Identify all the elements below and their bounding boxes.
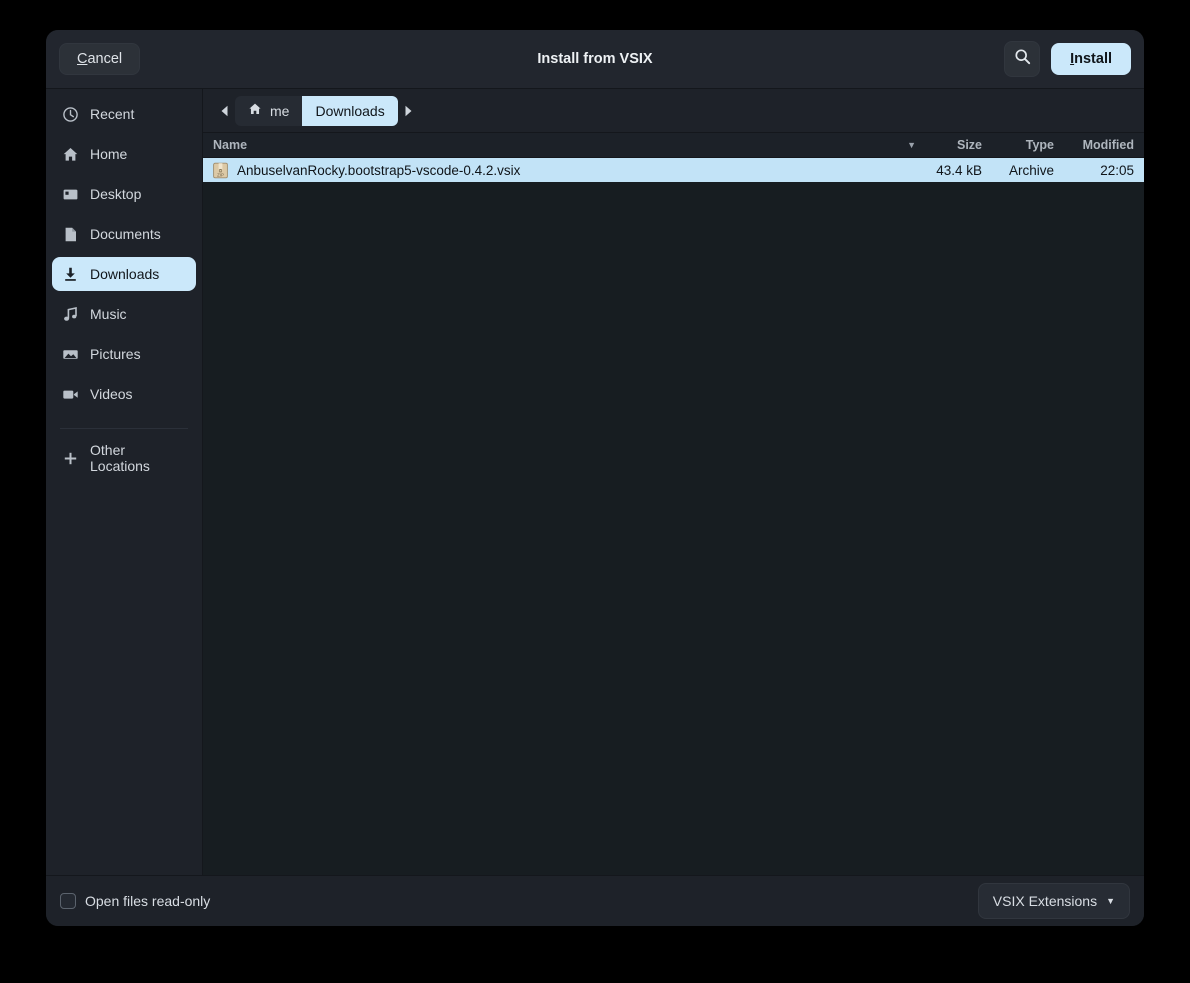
plus-icon (62, 450, 79, 467)
file-name-label: AnbuselvanRocky.bootstrap5-vscode-0.4.2.… (237, 162, 521, 178)
file-browser-pane: me Downloads Name ▼ Size Type Modified Z… (203, 89, 1144, 875)
breadcrumb-item-downloads[interactable]: Downloads (302, 95, 398, 126)
checkbox-box[interactable] (60, 893, 76, 909)
sidebar-item-documents[interactable]: Documents (52, 217, 196, 251)
page-title: Install from VSIX (537, 51, 653, 67)
file-type-filter-label: VSIX Extensions (992, 893, 1098, 909)
monitor-icon (62, 186, 79, 203)
download-icon (62, 266, 79, 283)
dialog-footer: Open files read-only VSIX Extensions ▼ (46, 875, 1144, 926)
file-chooser-dialog: Cancel Install from VSIX Install Recent … (46, 30, 1144, 926)
sidebar-item-label: Music (90, 306, 127, 322)
triangle-right-icon[interactable] (398, 97, 420, 125)
sidebar-separator (60, 428, 188, 429)
column-header-size[interactable]: Size (926, 133, 992, 157)
sidebar-item-pictures[interactable]: Pictures (52, 337, 196, 371)
home-icon (62, 146, 79, 163)
sidebar-item-label: Downloads (90, 266, 160, 282)
file-type-filter-button[interactable]: VSIX Extensions ▼ (977, 883, 1130, 919)
cancel-label: ancel (87, 50, 123, 67)
header-actions: Install (1004, 41, 1131, 77)
breadcrumb: me Downloads (203, 89, 1144, 133)
sort-descending-icon: ▼ (907, 140, 916, 150)
triangle-left-icon[interactable] (213, 97, 235, 125)
cancel-button[interactable]: Cancel (59, 42, 141, 76)
sidebar-item-music[interactable]: Music (52, 297, 196, 331)
column-header-name[interactable]: Name ▼ (203, 133, 926, 157)
sidebar-item-desktop[interactable]: Desktop (52, 177, 196, 211)
sidebar-item-recent[interactable]: Recent (52, 97, 196, 131)
file-name-cell: ZIP AnbuselvanRocky.bootstrap5-vscode-0.… (203, 162, 926, 179)
picture-icon (62, 346, 79, 363)
sidebar-item-label: Other Locations (90, 442, 150, 474)
file-size-cell: 43.4 kB (936, 162, 982, 178)
sidebar-item-label: Videos (90, 386, 133, 402)
sidebar-item-downloads[interactable]: Downloads (52, 257, 196, 291)
column-header-type[interactable]: Type (992, 133, 1064, 157)
install-button[interactable]: Install (1051, 42, 1131, 76)
sidebar-item-home[interactable]: Home (52, 137, 196, 171)
breadcrumb-item-label: me (270, 102, 290, 119)
column-header-modified[interactable]: Modified (1064, 133, 1144, 157)
clock-icon (62, 106, 79, 123)
file-list-header: Name ▼ Size Type Modified (203, 133, 1144, 158)
open-read-only-checkbox[interactable]: Open files read-only (60, 893, 210, 909)
file-list[interactable]: ZIP AnbuselvanRocky.bootstrap5-vscode-0.… (203, 158, 1144, 875)
sidebar-item-label: Desktop (90, 186, 142, 202)
svg-text:ZIP: ZIP (217, 172, 224, 177)
breadcrumb-item-me[interactable]: me (235, 95, 303, 126)
file-type-cell: Archive (1008, 162, 1054, 178)
breadcrumb-item-label: Downloads (315, 102, 385, 119)
dialog-body: Recent Home Desktop Documents Downloads … (46, 89, 1144, 875)
column-header-name-label: Name (213, 138, 248, 152)
sidebar-item-videos[interactable]: Videos (52, 377, 196, 411)
sidebar-item-label: Documents (90, 226, 161, 242)
search-icon (1014, 48, 1031, 70)
sidebar-item-label: Recent (90, 106, 135, 122)
table-row[interactable]: ZIP AnbuselvanRocky.bootstrap5-vscode-0.… (203, 158, 1144, 182)
column-header-modified-label: Modified (1082, 138, 1134, 152)
cancel-mnemonic: C (77, 50, 88, 67)
zip-archive-icon: ZIP (213, 162, 228, 179)
install-label: nstall (1074, 50, 1112, 67)
file-modified-cell: 22:05 (1100, 162, 1134, 178)
document-icon (62, 226, 79, 243)
video-camera-icon (62, 386, 79, 403)
open-read-only-label: Open files read-only (85, 893, 211, 909)
column-header-size-label: Size (956, 138, 982, 152)
search-button[interactable] (1004, 41, 1041, 77)
column-header-type-label: Type (1025, 138, 1054, 152)
dialog-header: Cancel Install from VSIX Install (46, 30, 1144, 89)
sidebar-item-other-locations[interactable]: Other Locations (52, 441, 196, 475)
music-note-icon (62, 306, 79, 323)
chevron-down-icon: ▼ (1106, 896, 1115, 906)
sidebar-item-label: Home (90, 146, 128, 162)
sidebar-item-label: Pictures (90, 346, 141, 362)
places-sidebar: Recent Home Desktop Documents Downloads … (46, 89, 203, 875)
home-icon (248, 102, 262, 119)
